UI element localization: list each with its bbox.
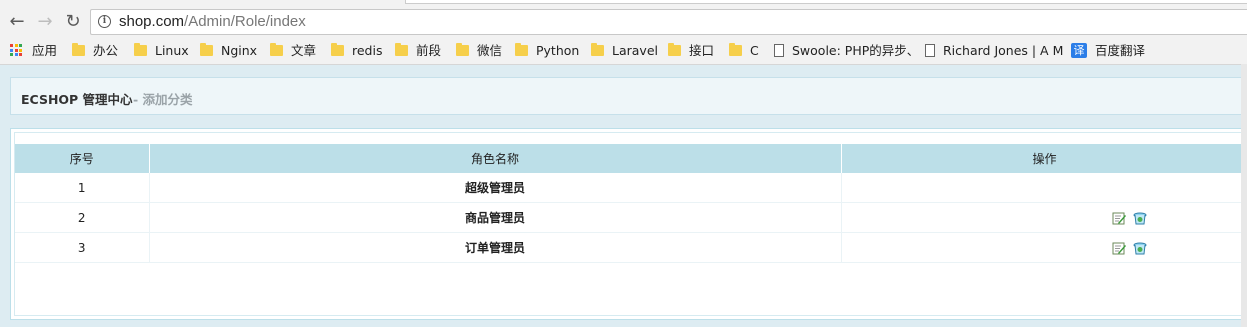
page-content: ECSHOP 管理中心 - 添加分类 序号 角色名称 操作 1 超级管理员 2 … bbox=[0, 65, 1247, 327]
row-id: 3 bbox=[15, 232, 150, 263]
back-arrow-icon[interactable]: ← bbox=[6, 11, 28, 33]
row-actions bbox=[841, 202, 1247, 233]
folder-icon bbox=[591, 43, 604, 56]
edit-icon[interactable] bbox=[1112, 242, 1126, 255]
row-actions bbox=[841, 232, 1247, 263]
bookmark-folder[interactable]: Laravel bbox=[591, 43, 658, 59]
bookmark-folder[interactable]: Linux bbox=[134, 43, 189, 59]
bookmark-apps[interactable]: 应用 bbox=[10, 43, 57, 59]
folder-icon bbox=[729, 43, 742, 56]
bookmark-folder[interactable]: Python bbox=[515, 43, 579, 59]
folder-icon bbox=[200, 43, 213, 56]
row-id: 2 bbox=[15, 202, 150, 233]
list-panel-inner: 序号 角色名称 操作 1 超级管理员 2 商品管理员 3 订单管理员 bbox=[14, 132, 1247, 316]
delete-icon[interactable] bbox=[1133, 242, 1147, 255]
tab-strip bbox=[0, 0, 1247, 7]
active-tab-edge[interactable] bbox=[405, 0, 1247, 4]
page-icon bbox=[925, 44, 935, 57]
bookmark-folder[interactable]: 文章 bbox=[270, 43, 316, 59]
info-icon[interactable]: i bbox=[98, 15, 111, 28]
bookmark-folder[interactable]: 微信 bbox=[456, 43, 502, 59]
delete-icon[interactable] bbox=[1133, 212, 1147, 225]
url-text[interactable]: shop.com/Admin/Role/index bbox=[119, 13, 306, 31]
column-header-name: 角色名称 bbox=[149, 144, 842, 173]
page-scrollbar[interactable] bbox=[1241, 64, 1247, 327]
role-name: 订单管理员 bbox=[149, 232, 842, 263]
folder-icon bbox=[456, 43, 469, 56]
bookmark-page[interactable]: Swoole: PHP的异步、 bbox=[774, 43, 919, 59]
folder-icon bbox=[270, 43, 283, 56]
column-header-id: 序号 bbox=[15, 144, 150, 173]
reload-icon[interactable]: ↻ bbox=[62, 11, 84, 33]
browser-toolbar: ← → ↻ i shop.com/Admin/Role/index bbox=[0, 7, 1247, 37]
folder-icon bbox=[134, 43, 147, 56]
bookmarks-bar: 应用 办公 Linux Nginx 文章 redis 前段 微信 Python … bbox=[0, 37, 1247, 65]
folder-icon bbox=[395, 43, 408, 56]
folder-icon bbox=[668, 43, 681, 56]
bookmark-page[interactable]: Richard Jones | A M bbox=[925, 43, 1063, 59]
table-row: 2 商品管理员 bbox=[15, 202, 1247, 233]
page-icon bbox=[774, 44, 784, 57]
folder-icon bbox=[72, 43, 85, 56]
bookmark-folder[interactable]: C bbox=[729, 43, 759, 59]
row-actions bbox=[841, 173, 1247, 203]
folder-icon bbox=[331, 43, 344, 56]
bookmark-folder[interactable]: Nginx bbox=[200, 43, 257, 59]
role-table: 序号 角色名称 操作 1 超级管理员 2 商品管理员 3 订单管理员 bbox=[15, 144, 1247, 263]
role-name: 商品管理员 bbox=[149, 202, 842, 233]
apps-icon bbox=[10, 44, 24, 58]
bookmark-translate[interactable]: 译百度翻译 bbox=[1071, 43, 1145, 59]
table-row: 1 超级管理员 bbox=[15, 173, 1247, 203]
role-name: 超级管理员 bbox=[149, 173, 842, 203]
page-header: ECSHOP 管理中心 - 添加分类 bbox=[10, 77, 1247, 115]
table-row: 3 订单管理员 bbox=[15, 232, 1247, 263]
translate-icon: 译 bbox=[1071, 43, 1087, 58]
table-header-row: 序号 角色名称 操作 bbox=[15, 144, 1247, 173]
list-panel: 序号 角色名称 操作 1 超级管理员 2 商品管理员 3 订单管理员 bbox=[10, 128, 1247, 320]
page-subtitle: - 添加分类 bbox=[133, 92, 193, 107]
address-bar[interactable]: i shop.com/Admin/Role/index bbox=[90, 9, 1247, 35]
bookmark-folder[interactable]: redis bbox=[331, 43, 382, 59]
bookmark-folder[interactable]: 接口 bbox=[668, 43, 714, 59]
row-id: 1 bbox=[15, 173, 150, 203]
app-title: ECSHOP 管理中心 bbox=[21, 92, 133, 107]
bookmark-folder[interactable]: 前段 bbox=[395, 43, 441, 59]
folder-icon bbox=[515, 43, 528, 56]
edit-icon[interactable] bbox=[1112, 212, 1126, 225]
bookmark-folder[interactable]: 办公 bbox=[72, 43, 118, 59]
column-header-actions: 操作 bbox=[841, 144, 1247, 173]
forward-arrow-icon[interactable]: → bbox=[34, 11, 56, 33]
